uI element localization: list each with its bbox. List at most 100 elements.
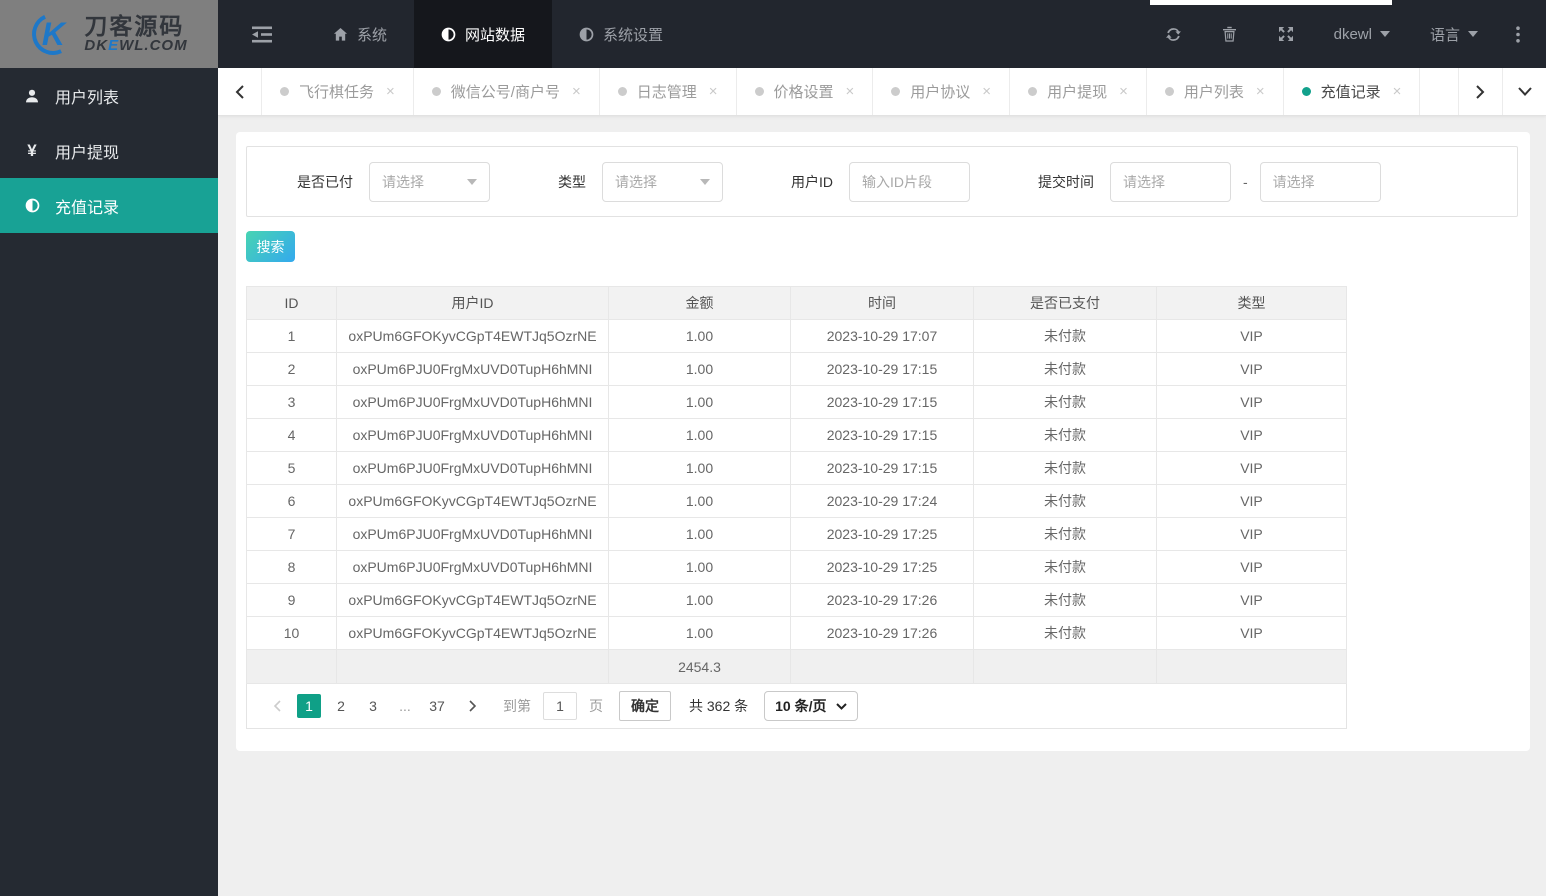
cell-paid: 未付款	[973, 517, 1157, 551]
sidebar-item-user-withdraw[interactable]: ¥ 用户提现	[0, 123, 218, 178]
submit-time-end-input[interactable]	[1259, 161, 1381, 202]
cell-id: 3	[246, 385, 337, 419]
tabs-scroll-right-button[interactable]	[1458, 68, 1502, 115]
table-row: 5 oxPUm6PJU0FrgMxUVD0TupH6hMNI 1.00 2023-10…	[246, 451, 1347, 485]
confirm-button[interactable]: 确定	[619, 691, 671, 721]
tab-wechat-account[interactable]: 微信公号/商户号 ×	[414, 68, 600, 115]
type-select[interactable]: 请选择	[602, 161, 723, 202]
refresh-button[interactable]	[1146, 0, 1202, 68]
main-area: 飞行棋任务 × 微信公号/商户号 × 日志管理 × 价格设置 × 用户协议 × 用户提现 × 用户列表 ×…	[218, 68, 1546, 896]
column-header: 类型	[1156, 286, 1347, 320]
cell-type: VIP	[1156, 583, 1347, 617]
cell-amount: 1.00	[608, 583, 791, 617]
language-label: 语言	[1429, 26, 1460, 44]
search-button[interactable]: 搜索	[246, 231, 295, 262]
tab-close-icon[interactable]: ×	[386, 83, 395, 100]
tab-recharge-records[interactable]: 充值记录 ×	[1284, 68, 1421, 115]
tab-close-icon[interactable]: ×	[709, 83, 718, 100]
cell-paid: 未付款	[973, 616, 1157, 650]
page-button-37[interactable]: 37	[425, 694, 449, 718]
user-id-input[interactable]	[849, 161, 970, 202]
filter-paid-status: 是否已付 请选择	[297, 161, 490, 202]
nav-item-system-settings[interactable]: 系统设置	[552, 0, 690, 68]
topbar-actions: dkewl 语言	[1146, 0, 1546, 68]
user-menu[interactable]: dkewl	[1314, 0, 1410, 68]
user-icon	[22, 88, 42, 104]
username-label: dkewl	[1333, 25, 1372, 43]
tab-dot-icon	[1301, 87, 1311, 96]
cell-paid: 未付款	[973, 418, 1157, 452]
refresh-icon	[1166, 27, 1182, 41]
tab-close-icon[interactable]: ×	[1393, 83, 1402, 100]
cell-type: VIP	[1156, 616, 1347, 650]
next-page-button[interactable]	[463, 700, 483, 712]
previous-page-button[interactable]	[267, 700, 287, 712]
tab-user-list[interactable]: 用户列表 ×	[1147, 68, 1284, 115]
submit-time-label: 提交时间	[1038, 173, 1094, 190]
nav-item-site-data[interactable]: 网站数据	[414, 0, 553, 68]
page-button-1[interactable]: 1	[297, 694, 321, 718]
tabs-container: 飞行棋任务 × 微信公号/商户号 × 日志管理 × 价格设置 × 用户协议 × 用户提现 × 用户列表 ×…	[262, 68, 1421, 115]
paid-status-select[interactable]: 请选择	[369, 161, 490, 202]
cell-amount: 1.00	[608, 319, 791, 353]
sidebar-item-user-list[interactable]: 用户列表	[0, 68, 218, 123]
page-button-2[interactable]: 2	[329, 694, 353, 718]
cell-amount: 1.00	[608, 616, 791, 650]
tab-log-management[interactable]: 日志管理 ×	[600, 68, 737, 115]
cell-paid: 未付款	[973, 352, 1157, 386]
type-value: 请选择	[615, 173, 657, 190]
sidebar-toggle-button[interactable]	[218, 0, 306, 68]
tab-close-icon[interactable]: ×	[1256, 83, 1265, 100]
cell-user-id: oxPUm6PJU0FrgMxUVD0TupH6hMNI	[336, 418, 609, 452]
page-button-3[interactable]: 3	[361, 694, 385, 718]
page-size-select[interactable]: 10 条/页	[764, 691, 858, 721]
cell-type: VIP	[1156, 319, 1347, 353]
nav-item-system[interactable]: 系统	[306, 0, 414, 68]
nav-item-label: 系统	[357, 26, 388, 44]
cell-paid: 未付款	[973, 550, 1157, 584]
goto-page-label: 到第	[503, 698, 531, 714]
chevron-left-icon	[273, 700, 281, 712]
brand-text: 刀客源码 DKEWL.COM	[84, 14, 187, 54]
tab-dot-icon	[754, 87, 764, 96]
brand-logo[interactable]: K 刀客源码 DKEWL.COM	[0, 0, 218, 68]
sidebar-item-label: 用户提现	[55, 144, 120, 162]
tab-user-agreement[interactable]: 用户协议 ×	[873, 68, 1011, 115]
summary-cell-user-id	[336, 649, 609, 684]
cell-id: 9	[246, 583, 337, 617]
filter-panel: 是否已付 请选择 类型 请选择 用户ID 提交时间 -	[246, 146, 1518, 217]
cell-time: 2023-10-29 17:15	[790, 418, 974, 452]
tab-user-withdraw[interactable]: 用户提现 ×	[1010, 68, 1147, 115]
cell-type: VIP	[1156, 451, 1347, 485]
tab-label: 用户列表	[1183, 84, 1244, 101]
cell-user-id: oxPUm6PJU0FrgMxUVD0TupH6hMNI	[336, 451, 609, 485]
sidebar-item-recharge-records[interactable]: 充值记录	[0, 178, 218, 233]
content-card: 是否已付 请选择 类型 请选择 用户ID 提交时间 -	[236, 132, 1530, 751]
cell-id: 6	[246, 484, 337, 518]
nav-item-label: 网站数据	[465, 26, 526, 44]
cell-paid: 未付款	[973, 484, 1157, 518]
tab-close-icon[interactable]: ×	[982, 83, 991, 100]
topnav-items: 系统 网站数据 系统设置	[306, 0, 690, 68]
tabs-scroll-left-button[interactable]	[218, 68, 262, 115]
table-row: 7 oxPUm6PJU0FrgMxUVD0TupH6hMNI 1.00 2023-10…	[246, 517, 1347, 551]
more-options-button[interactable]	[1498, 0, 1538, 68]
tab-dot-icon	[617, 87, 627, 96]
recharge-records-table: ID 用户ID 金额 时间 是否已支付 类型 1 oxPUm6GFOKyvCGpT4EWTJ…	[246, 286, 1347, 684]
submit-time-start-input[interactable]	[1110, 161, 1231, 202]
clear-cache-button[interactable]	[1202, 0, 1258, 68]
language-menu[interactable]: 语言	[1410, 0, 1498, 68]
goto-page-input[interactable]	[543, 692, 577, 720]
fullscreen-button[interactable]	[1258, 0, 1314, 68]
tabs-menu-button[interactable]	[1502, 68, 1546, 115]
cell-id: 10	[246, 616, 337, 650]
user-id-label: 用户ID	[791, 173, 833, 190]
table-row: 6 oxPUm6GFOKyvCGpT4EWTJq5OzrNE 1.00 2023-10…	[246, 484, 1347, 518]
tab-close-icon[interactable]: ×	[1119, 83, 1128, 100]
tab-flight-chess-task[interactable]: 飞行棋任务 ×	[262, 68, 414, 115]
tab-close-icon[interactable]: ×	[572, 83, 581, 100]
cell-id: 4	[246, 418, 337, 452]
tab-price-settings[interactable]: 价格设置 ×	[737, 68, 874, 115]
tab-bar: 飞行棋任务 × 微信公号/商户号 × 日志管理 × 价格设置 × 用户协议 × 用户提现 × 用户列表 ×…	[218, 68, 1546, 116]
tab-close-icon[interactable]: ×	[846, 83, 855, 100]
